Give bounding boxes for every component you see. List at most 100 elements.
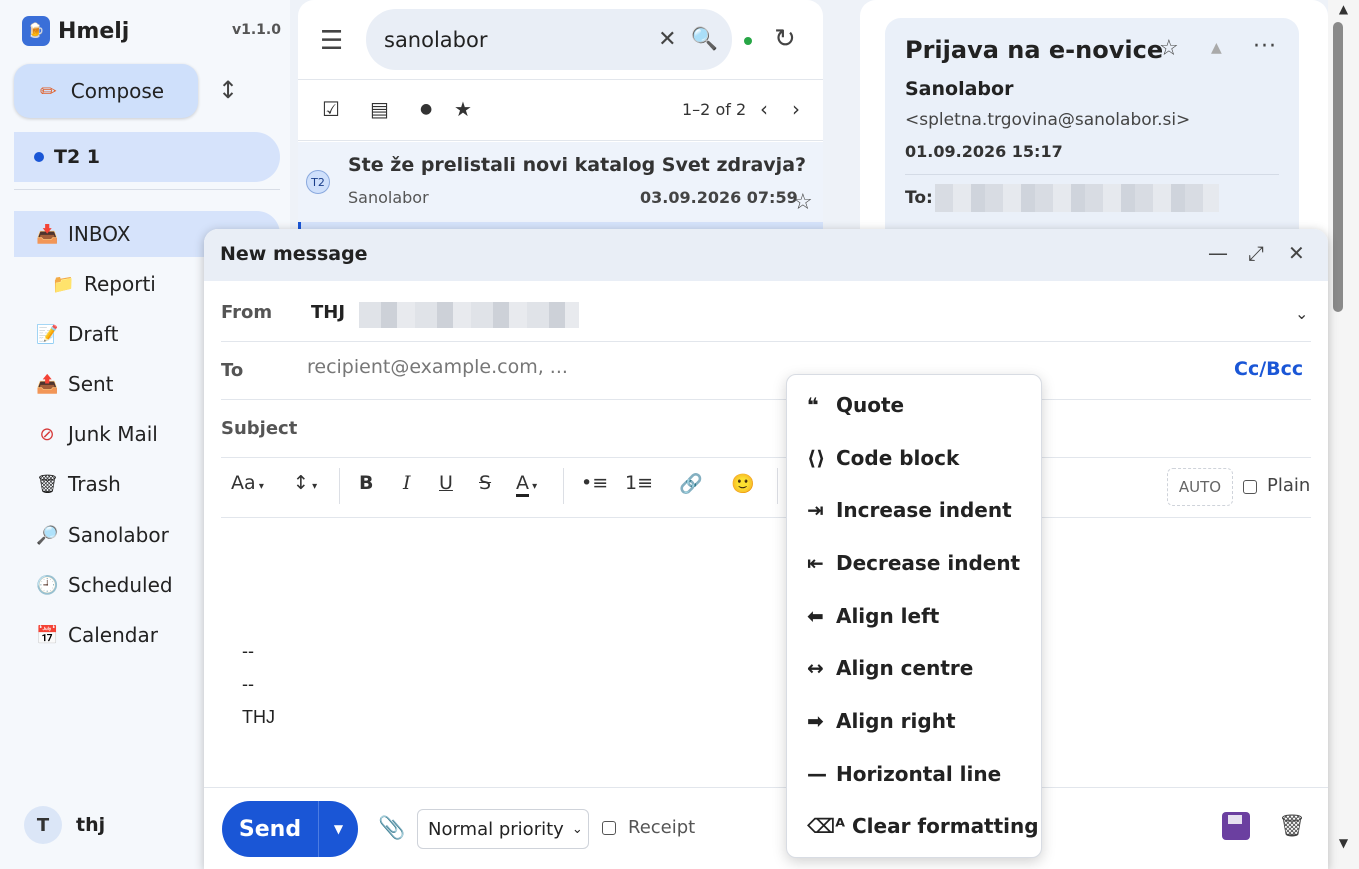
folder-label: Sent [68, 372, 114, 396]
scrollbar[interactable]: ▲ ▼ [1328, 0, 1359, 869]
close-icon[interactable]: ✕ [1288, 241, 1305, 265]
folder-label: Scheduled [68, 573, 173, 597]
underline-button[interactable]: U [439, 472, 453, 494]
align-centre-icon: ↔ [807, 656, 824, 680]
star-icon[interactable]: ☆ [1159, 36, 1179, 61]
horizontal-line-icon: — [807, 762, 827, 786]
hamburger-menu-icon[interactable]: ☰ [320, 26, 343, 56]
scrollbar-thumb[interactable] [1333, 22, 1343, 312]
cc-bcc-link[interactable]: Cc/Bcc [1234, 358, 1303, 380]
resize-vertical-icon[interactable]: ↕ [218, 76, 238, 104]
avatar: T2 [306, 170, 330, 194]
redacted-from-address [359, 302, 579, 328]
list-item[interactable]: T2 Ste že prelistali novi katalog Svet z… [298, 142, 823, 222]
folder-label: Draft [68, 322, 119, 346]
message-body-editor[interactable]: -- -- THJ [242, 635, 275, 734]
refresh-icon[interactable]: ↻ [774, 24, 796, 54]
font-family-button[interactable]: Aa ▾ [231, 472, 264, 494]
app-version: v1.1.0 [232, 22, 281, 38]
inbox-icon: 📥 [36, 223, 59, 245]
emoji-icon[interactable]: 🙂 [731, 472, 755, 495]
folder-label: Junk Mail [68, 422, 158, 446]
direction-auto-button[interactable]: AUTO [1167, 468, 1233, 506]
unread-filter-icon[interactable]: ● [420, 101, 432, 117]
list-view-icon[interactable]: ▤ [370, 97, 389, 121]
scroll-up-icon[interactable]: ▲ [1328, 2, 1359, 16]
subject-row: Subject [221, 400, 1311, 458]
menu-item-decrease-indent[interactable]: ⇤ Decrease indent [807, 551, 1020, 575]
menu-item-increase-indent[interactable]: ⇥ Increase indent [807, 498, 1012, 522]
bold-button[interactable]: B [359, 472, 373, 494]
minimize-icon[interactable]: — [1208, 241, 1228, 265]
numbered-list-button[interactable]: 1≡ [625, 472, 653, 494]
strikethrough-button[interactable]: S [479, 472, 491, 494]
send-options-icon[interactable]: ▼ [318, 801, 358, 857]
discard-icon[interactable]: 🗑 [1278, 814, 1306, 839]
menu-item-label: Align right [835, 709, 956, 733]
attach-icon[interactable]: 📎 [378, 816, 405, 841]
bullet-list-button[interactable]: •≡ [581, 472, 608, 494]
toolbar-separator [777, 468, 778, 504]
star-icon[interactable]: ☆ [793, 190, 813, 215]
collapse-icon[interactable]: ▲ [1211, 40, 1222, 56]
text-color-button[interactable]: A ▾ [516, 472, 537, 497]
menu-item-horizontal-line[interactable]: — Horizontal line [807, 762, 1001, 786]
search-input[interactable]: sanolabor [384, 28, 658, 52]
search-icon[interactable]: 🔍 [691, 27, 718, 52]
menu-item-code-block[interactable]: ⟨⟩ Code block [807, 446, 959, 470]
font-size-button[interactable]: ↕ ▾ [293, 472, 317, 494]
clear-search-icon[interactable]: ✕ [658, 27, 676, 52]
sender-name: Sanolabor [905, 78, 1014, 100]
plain-text-checkbox[interactable] [1243, 480, 1257, 494]
menu-item-clear-formatting[interactable]: ⌫ᴬ Clear formatting [807, 814, 1039, 838]
pencil-icon: ✏ [40, 79, 57, 103]
priority-select[interactable]: Normal priority ⌄ [417, 809, 589, 849]
folder-label: Calendar [68, 623, 158, 647]
prev-page-icon[interactable]: ‹ [760, 97, 768, 121]
account-item[interactable]: T2 1 [14, 132, 280, 182]
menu-item-align-left[interactable]: ⬅ Align left [807, 604, 939, 628]
sidebar-divider [14, 189, 280, 190]
send-button-group: Send ▼ [222, 801, 358, 857]
menu-item-align-centre[interactable]: ↔ Align centre [807, 656, 973, 680]
save-draft-icon[interactable] [1222, 812, 1250, 840]
from-row: From THJ ⌄ [221, 282, 1311, 342]
code-icon: ⟨⟩ [807, 446, 826, 470]
signature-line: THJ [242, 707, 275, 727]
magnifier-icon: 🔎 [36, 524, 59, 546]
more-options-icon[interactable]: ··· [1253, 34, 1277, 59]
starred-filter-icon[interactable]: ★ [454, 97, 472, 121]
chevron-down-icon[interactable]: ⌄ [1295, 304, 1308, 323]
compose-footer: Send ▼ 📎 Normal priority ⌄ Receipt 🗑 [204, 787, 1328, 869]
message-sender: Sanolabor [348, 188, 429, 207]
to-input[interactable] [307, 356, 867, 378]
expand-icon[interactable]: ⤢ [1248, 241, 1264, 265]
redacted-recipients [935, 184, 1219, 212]
divider [905, 174, 1279, 175]
message-title: Prijava na e-novice [905, 36, 1164, 64]
search-field[interactable]: sanolabor ✕ 🔍 [366, 9, 732, 70]
user-menu[interactable]: T thj [24, 806, 105, 844]
avatar: T [24, 806, 62, 844]
toolbar-separator [563, 468, 564, 504]
link-icon[interactable]: 🔗 [679, 472, 703, 495]
junk-icon: ⊘ [39, 423, 55, 445]
menu-item-quote[interactable]: ❝ Quote [807, 393, 904, 417]
format-toolbar: Aa ▾ ↕ ▾ B I U S A ▾ •≡ 1≡ 🔗 🙂 AUTO Plai… [221, 458, 1311, 518]
menu-item-label: Decrease indent [835, 551, 1021, 575]
next-page-icon[interactable]: › [792, 97, 800, 121]
account-dot-icon [34, 152, 44, 162]
send-button[interactable]: Send [222, 801, 318, 857]
select-all-icon[interactable]: ☑ [322, 97, 340, 121]
receipt-checkbox[interactable] [602, 821, 616, 835]
italic-button[interactable]: I [403, 472, 411, 494]
paging-info: 1–2 of 2 [682, 100, 747, 119]
message-date: 01.09.2026 15:17 [905, 142, 1063, 161]
signature-line: -- [242, 674, 254, 694]
compose-button[interactable]: ✏ Compose [14, 64, 198, 118]
sender-email: <spletna.trgovina@sanolabor.si> [905, 110, 1191, 130]
menu-item-align-right[interactable]: ➡ Align right [807, 709, 956, 733]
scroll-down-icon[interactable]: ▼ [1328, 836, 1359, 850]
from-select[interactable]: THJ [311, 302, 345, 323]
plain-text-label: Plain [1267, 475, 1311, 496]
